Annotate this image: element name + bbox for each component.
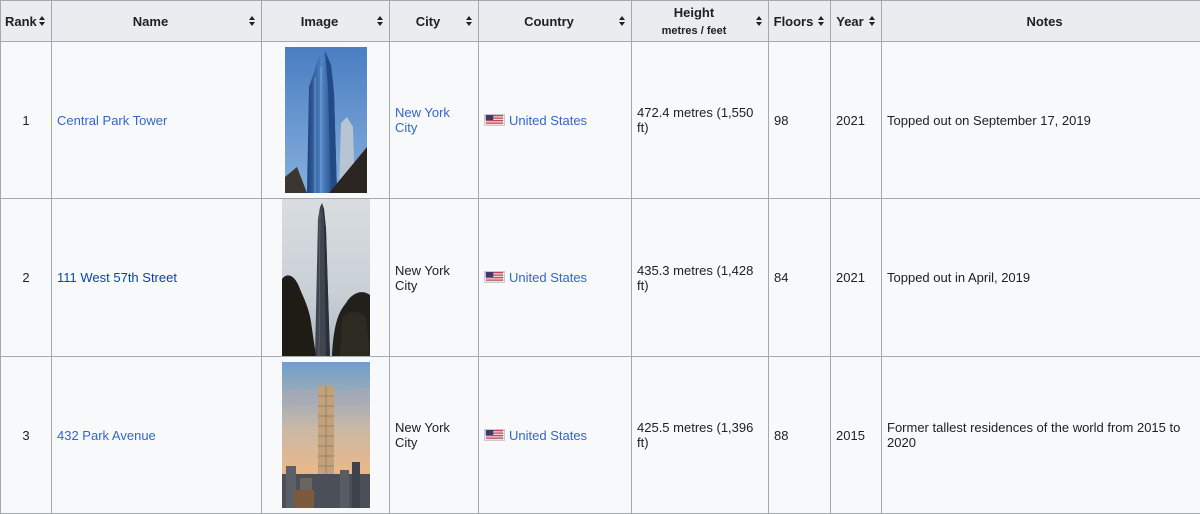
column-header-label: Floors bbox=[774, 14, 814, 29]
us-flag-icon bbox=[484, 271, 505, 283]
image-cell bbox=[262, 199, 390, 357]
column-header-label: Image bbox=[301, 14, 339, 29]
column-header-label: Country bbox=[524, 14, 574, 29]
notes-cell: Topped out in April, 2019 bbox=[882, 199, 1200, 357]
column-header-floors[interactable]: Floors bbox=[769, 1, 831, 42]
floors-cell: 84 bbox=[769, 199, 831, 357]
table-row: 3 432 Park Avenue bbox=[1, 357, 1200, 514]
column-header-label: Year bbox=[836, 14, 863, 29]
country-cell: United States bbox=[479, 199, 632, 357]
column-header-label: Name bbox=[133, 14, 168, 29]
country-link[interactable]: United States bbox=[509, 113, 587, 128]
rank-cell: 1 bbox=[1, 42, 52, 199]
us-flag-icon bbox=[484, 429, 505, 441]
country-link[interactable]: United States bbox=[509, 270, 587, 285]
column-header-notes: Notes bbox=[882, 1, 1200, 42]
sort-icon[interactable] bbox=[249, 16, 256, 26]
sort-icon[interactable] bbox=[818, 16, 825, 26]
skyscraper-photo[interactable] bbox=[282, 199, 370, 356]
column-header-label: City bbox=[416, 14, 441, 29]
sort-icon[interactable] bbox=[377, 16, 384, 26]
name-cell: 111 West 57th Street bbox=[52, 199, 262, 357]
notes-cell: Former tallest residences of the world f… bbox=[882, 357, 1200, 514]
rank-cell: 3 bbox=[1, 357, 52, 514]
sort-icon[interactable] bbox=[869, 16, 876, 26]
sort-icon[interactable] bbox=[756, 16, 763, 26]
column-header-name[interactable]: Name bbox=[52, 1, 262, 42]
table-row: 2 111 West 57th Street New York City bbox=[1, 199, 1200, 357]
year-cell: 2015 bbox=[831, 357, 882, 514]
table-row: 1 Central Park Tower bbox=[1, 42, 1200, 199]
column-header-height[interactable]: Height metres / feet bbox=[632, 1, 769, 42]
height-units-label: metres / feet bbox=[636, 25, 752, 37]
floors-cell: 98 bbox=[769, 42, 831, 199]
column-header-label: Rank bbox=[5, 14, 37, 29]
column-header-country[interactable]: Country bbox=[479, 1, 632, 42]
notes-cell: Topped out on September 17, 2019 bbox=[882, 42, 1200, 199]
skyscraper-table: Rank Name Image City Country Height metre… bbox=[0, 0, 1200, 514]
year-cell: 2021 bbox=[831, 199, 882, 357]
column-header-label: Height bbox=[674, 5, 714, 20]
floors-cell: 88 bbox=[769, 357, 831, 514]
building-name-link[interactable]: 111 West 57th Street bbox=[57, 270, 177, 285]
building-name-link[interactable]: 432 Park Avenue bbox=[57, 428, 156, 443]
country-cell: United States bbox=[479, 42, 632, 199]
sort-icon[interactable] bbox=[466, 16, 473, 26]
skyscraper-photo[interactable] bbox=[282, 362, 370, 508]
column-header-city[interactable]: City bbox=[390, 1, 479, 42]
image-cell bbox=[262, 357, 390, 514]
name-cell: 432 Park Avenue bbox=[52, 357, 262, 514]
skyscraper-photo[interactable] bbox=[285, 47, 367, 193]
building-name-link[interactable]: Central Park Tower bbox=[57, 113, 167, 128]
height-cell: 425.5 metres (1,396 ft) bbox=[632, 357, 769, 514]
column-header-image[interactable]: Image bbox=[262, 1, 390, 42]
us-flag-icon bbox=[484, 114, 505, 126]
year-cell: 2021 bbox=[831, 42, 882, 199]
rank-cell: 2 bbox=[1, 199, 52, 357]
image-cell bbox=[262, 42, 390, 199]
country-cell: United States bbox=[479, 357, 632, 514]
sort-icon[interactable] bbox=[619, 16, 626, 26]
city-cell: New York City bbox=[390, 42, 479, 199]
name-cell: Central Park Tower bbox=[52, 42, 262, 199]
column-header-year[interactable]: Year bbox=[831, 1, 882, 42]
column-header-label: Notes bbox=[1026, 14, 1062, 29]
table-header-row: Rank Name Image City Country Height metre… bbox=[1, 1, 1200, 42]
city-cell: New York City bbox=[390, 199, 479, 357]
country-link[interactable]: United States bbox=[509, 428, 587, 443]
sort-icon[interactable] bbox=[39, 16, 46, 26]
height-cell: 435.3 metres (1,428 ft) bbox=[632, 199, 769, 357]
column-header-rank[interactable]: Rank bbox=[1, 1, 52, 42]
height-cell: 472.4 metres (1,550 ft) bbox=[632, 42, 769, 199]
city-link[interactable]: New York City bbox=[395, 105, 450, 135]
city-cell: New York City bbox=[390, 357, 479, 514]
